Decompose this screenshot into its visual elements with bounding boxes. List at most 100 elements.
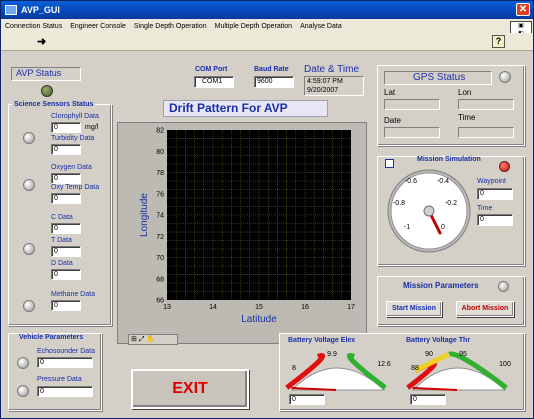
oxytemp-value: 0 [54, 195, 58, 202]
graph-palette[interactable]: ⊞ ⤢ ✋ [128, 334, 178, 345]
x-tick-label: 17 [347, 304, 355, 311]
dial-hub [423, 205, 435, 217]
dial-tick-label: 0 [441, 224, 445, 231]
toolbar: ➜ ? [1, 33, 533, 51]
c-data-value: 0 [54, 225, 58, 232]
echosounder-led[interactable] [17, 357, 29, 369]
pressure-value: 0 [40, 388, 44, 395]
chlorophyll-field: 0 [51, 122, 81, 133]
y-tick-label: 70 [156, 255, 164, 262]
x-tick-label: 16 [301, 304, 309, 311]
com-port-select[interactable]: COM1 [194, 76, 234, 88]
sim-time-value: 0 [480, 216, 484, 223]
gps-lat-label: Lat [384, 88, 396, 97]
exit-button[interactable]: EXIT [131, 369, 249, 409]
mission-sim-led [499, 161, 510, 172]
start-mission-button[interactable]: Start Mission [386, 301, 442, 317]
gps-date-label: Date [384, 116, 401, 125]
battery-thr-gauge: 88 90 95 100 [406, 351, 511, 391]
chart-title: Drift Pattern For AVP [169, 101, 288, 115]
help-icon[interactable]: ? [492, 35, 505, 48]
app-window: AVP_GUI ✕ Connection Status Engineer Con… [0, 0, 534, 419]
pan-hand-icon[interactable]: ✋ [146, 336, 155, 343]
methane-led[interactable] [23, 300, 35, 312]
gps-time-field [458, 127, 514, 138]
y-tick-label: 66 [156, 298, 164, 305]
gps-title: GPS Status [413, 72, 466, 83]
avp-status-label: AVP Status [16, 68, 62, 78]
dial-tick-label: -0.6 [405, 178, 417, 185]
exit-label: EXIT [172, 380, 208, 397]
echosounder-label: Echosounder Data [37, 348, 95, 355]
gps-lon-field [458, 99, 514, 110]
close-button[interactable]: ✕ [516, 3, 530, 16]
d-data-label: D Data [51, 260, 73, 267]
turbidity-value: 0 [54, 146, 58, 153]
chlorophyll-led[interactable] [23, 132, 35, 144]
oxygen-led[interactable] [23, 179, 35, 191]
x-tick-label: 15 [255, 304, 263, 311]
t-data-field: 0 [51, 246, 81, 257]
x-tick-label: 13 [163, 304, 171, 311]
gauge-tick-label: 8 [292, 365, 296, 372]
gauge-tick-label: 9.9 [327, 351, 337, 358]
gps-led[interactable] [499, 71, 511, 83]
dial-tick-label: -0.4 [437, 178, 449, 185]
dial-tick-label: -0.2 [445, 200, 457, 207]
baud-rate-label: Baud Rate [254, 66, 289, 73]
y-tick-label: 72 [156, 234, 164, 241]
abort-mission-button[interactable]: Abort Mission [456, 301, 514, 317]
cursor-icon[interactable]: ⤢ [139, 336, 145, 343]
app-icon [5, 5, 17, 15]
y-tick-label: 78 [156, 170, 164, 177]
waypoint-value: 0 [480, 190, 484, 197]
chlorophyll-value: 0 [54, 124, 58, 131]
run-arrow-icon[interactable]: ➜ [37, 35, 46, 48]
science-sensors-title: Science Sensors Status [12, 101, 96, 108]
oxygen-value: 0 [54, 175, 58, 182]
vehicle-parameters-panel [8, 333, 102, 411]
zoom-icon[interactable]: ⊞ [131, 336, 137, 343]
sim-time-field: 0 [477, 214, 513, 226]
chlorophyll-label: Clorophyll Data [51, 113, 99, 120]
battery-thr-title: Battery Voltage Thr [406, 337, 471, 344]
baud-rate-field[interactable]: 9600 [254, 76, 294, 88]
com-port-value: COM1 [202, 78, 223, 85]
y-tick-label: 82 [156, 128, 164, 135]
d-data-value: 0 [54, 271, 58, 278]
y-tick-label: 68 [156, 276, 164, 283]
gauge-tick-label: 88 [411, 365, 419, 372]
menu-engineer-console[interactable]: Engineer Console [66, 23, 130, 30]
datetime-display: 4:59:07 PM 9/20/2007 [304, 76, 364, 96]
menu-connection-status[interactable]: Connection Status [1, 23, 66, 30]
time-value: 4:59:07 PM [307, 78, 343, 85]
dial-tick-label: -1 [404, 224, 410, 231]
methane-field: 0 [51, 300, 81, 311]
y-tick-label: 74 [156, 213, 164, 220]
waypoint-label: Waypoint [477, 178, 506, 185]
y-tick-label: 80 [156, 149, 164, 156]
x-tick-label: 14 [209, 304, 217, 311]
battery-elex-title: Battery Voltage Elex [288, 337, 356, 344]
chlorophyll-unit: mg/l [85, 124, 99, 131]
d-data-field: 0 [51, 269, 81, 280]
avp-status-led [41, 85, 53, 97]
mission-parameters-title: Mission Parameters [403, 281, 479, 290]
pressure-label: Pressure Data [37, 376, 82, 383]
ctd-led[interactable] [23, 243, 35, 255]
pressure-led[interactable] [17, 385, 29, 397]
mission-params-led[interactable] [498, 281, 509, 292]
gauge-tick-label: 100 [499, 361, 511, 368]
menu-single-depth[interactable]: Single Depth Operation [130, 23, 211, 30]
com-port-label: COM Port [195, 66, 228, 73]
y-tick-label: 76 [156, 191, 164, 198]
menu-analyse-data[interactable]: Analyse Data [296, 23, 346, 30]
gps-time-label: Time [458, 113, 476, 122]
window-title: AVP_GUI [21, 5, 60, 15]
mission-dial[interactable]: -0.6 -0.4 -0.8 -0.2 -1 0 [381, 167, 481, 257]
gps-date-field [384, 127, 440, 138]
menu-multiple-depth[interactable]: Multiple Depth Operation [211, 23, 296, 30]
battery-thr-field: 0 [410, 394, 446, 405]
drift-chart[interactable]: 13 14 15 16 17 82 80 78 76 74 72 70 68 66 Latitude Long… [117, 122, 367, 344]
dial-tick-label: -0.8 [393, 200, 405, 207]
